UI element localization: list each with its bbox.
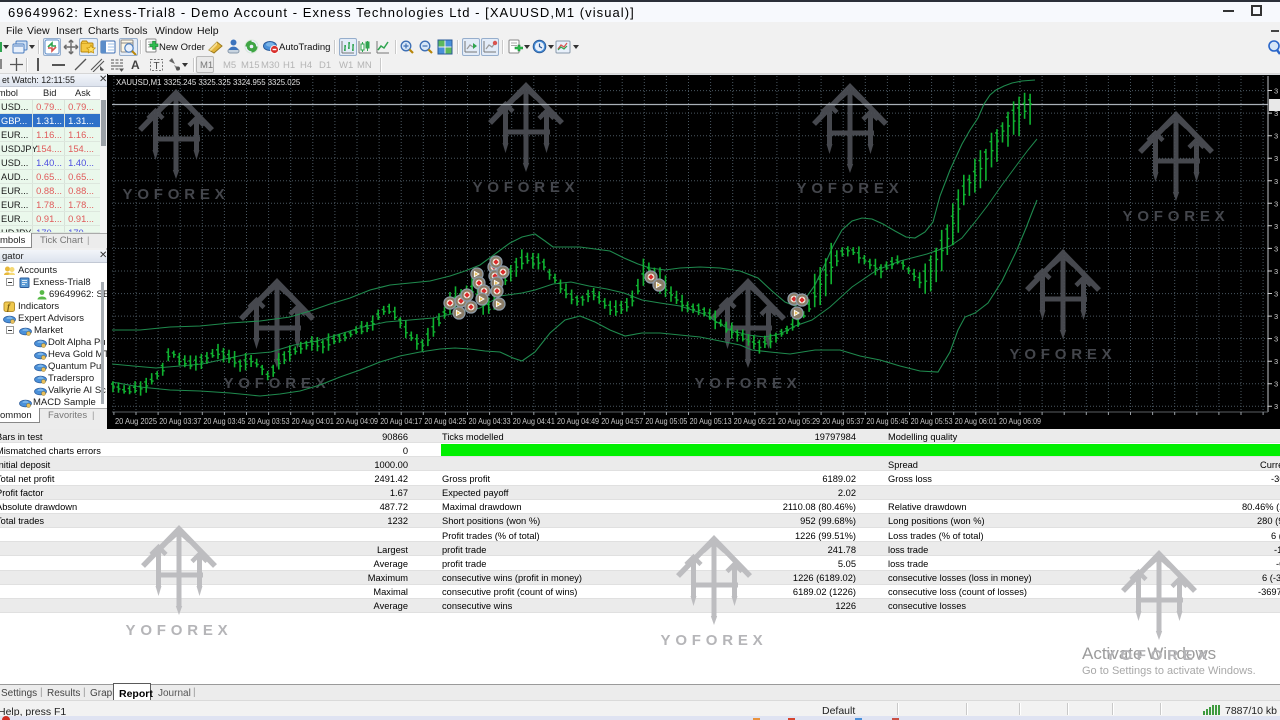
svg-text:3: 3 bbox=[1274, 199, 1278, 208]
svg-text:3: 3 bbox=[1274, 244, 1278, 253]
svg-text:20 Aug 05:37: 20 Aug 05:37 bbox=[822, 417, 864, 426]
svg-text:3: 3 bbox=[1274, 222, 1278, 231]
svg-text:XAUUSD,M1 3325.245 3325.325 3: XAUUSD,M1 3325.245 3325.325 3324.955 332… bbox=[116, 78, 301, 87]
svg-text:20 Aug 05:53: 20 Aug 05:53 bbox=[911, 417, 953, 426]
svg-text:20 Aug 06:09: 20 Aug 06:09 bbox=[999, 417, 1041, 426]
svg-text:YOFOREX: YOFOREX bbox=[126, 622, 233, 639]
svg-text:20 Aug 05:45: 20 Aug 05:45 bbox=[866, 417, 908, 426]
svg-text:20 Aug 04:17: 20 Aug 04:17 bbox=[380, 417, 422, 426]
svg-text:20 Aug 04:33: 20 Aug 04:33 bbox=[469, 417, 511, 426]
svg-text:YOFOREX: YOFOREX bbox=[695, 375, 802, 392]
svg-text:20 Aug 05:29: 20 Aug 05:29 bbox=[778, 417, 820, 426]
svg-text:3: 3 bbox=[1274, 380, 1278, 389]
svg-text:YOFOREX: YOFOREX bbox=[1123, 208, 1230, 225]
svg-text:3: 3 bbox=[1274, 267, 1278, 276]
svg-text:YOFOREX: YOFOREX bbox=[1010, 346, 1117, 363]
svg-text:3: 3 bbox=[1274, 177, 1278, 186]
svg-text:20 Aug 2025: 20 Aug 2025 bbox=[115, 417, 158, 426]
svg-text:20 Aug 05:21: 20 Aug 05:21 bbox=[734, 417, 776, 426]
svg-text:YOFOREX: YOFOREX bbox=[661, 632, 768, 649]
svg-text:3: 3 bbox=[1274, 132, 1278, 141]
svg-text:20 Aug 03:37: 20 Aug 03:37 bbox=[159, 417, 201, 426]
svg-text:20 Aug 04:01: 20 Aug 04:01 bbox=[292, 417, 334, 426]
svg-text:20 Aug 04:49: 20 Aug 04:49 bbox=[557, 417, 599, 426]
svg-text:3: 3 bbox=[1274, 290, 1278, 299]
svg-text:20 Aug 05:05: 20 Aug 05:05 bbox=[645, 417, 687, 426]
svg-text:3: 3 bbox=[1274, 335, 1278, 344]
svg-text:20 Aug 04:57: 20 Aug 04:57 bbox=[601, 417, 643, 426]
svg-text:3: 3 bbox=[1274, 87, 1278, 96]
svg-text:20 Aug 04:25: 20 Aug 04:25 bbox=[424, 417, 466, 426]
svg-text:3: 3 bbox=[1274, 357, 1278, 366]
svg-text:YOFOREX: YOFOREX bbox=[797, 180, 904, 197]
svg-text:3: 3 bbox=[1274, 402, 1278, 411]
svg-text:YOFOREX: YOFOREX bbox=[224, 375, 331, 392]
svg-text:20 Aug 03:53: 20 Aug 03:53 bbox=[248, 417, 290, 426]
svg-text:T: T bbox=[154, 61, 160, 72]
svg-text:3: 3 bbox=[1274, 312, 1278, 321]
svg-text:YOFOREX: YOFOREX bbox=[473, 179, 580, 196]
svg-text:20 Aug 06:01: 20 Aug 06:01 bbox=[955, 417, 997, 426]
svg-text:20 Aug 05:13: 20 Aug 05:13 bbox=[690, 417, 732, 426]
svg-text:3: 3 bbox=[1274, 154, 1278, 163]
svg-text:20 Aug 03:45: 20 Aug 03:45 bbox=[203, 417, 245, 426]
svg-text:20 Aug 04:41: 20 Aug 04:41 bbox=[513, 417, 555, 426]
svg-text:20 Aug 04:09: 20 Aug 04:09 bbox=[336, 417, 378, 426]
svg-text:YOFOREX: YOFOREX bbox=[1106, 647, 1213, 664]
svg-text:YOFOREX: YOFOREX bbox=[123, 186, 230, 203]
